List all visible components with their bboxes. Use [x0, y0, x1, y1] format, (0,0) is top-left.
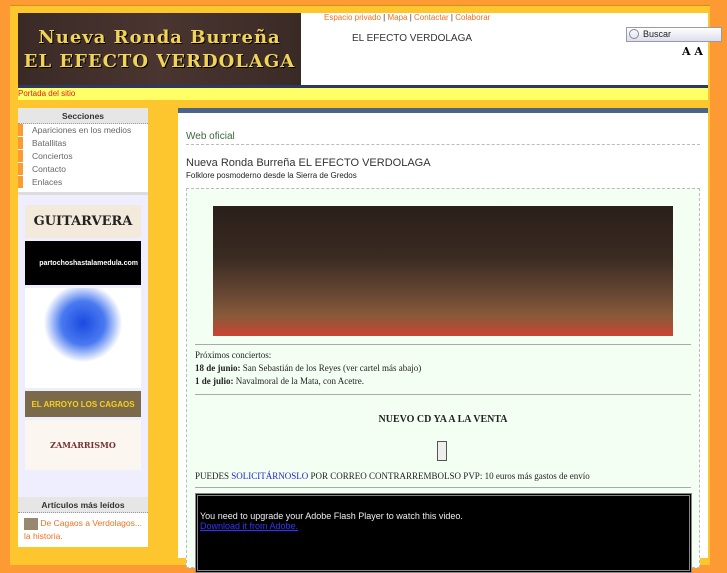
- flash-download-link[interactable]: Download it from Adobe.: [200, 521, 298, 531]
- cd-heading: NUEVO CD YA A LA VENTA: [378, 414, 508, 425]
- sidebar-item-contacto[interactable]: Contacto: [18, 163, 148, 176]
- most-read-item[interactable]: De Cagaos a Verdolagos... la historia.: [18, 513, 148, 547]
- article-thumbnail: [24, 517, 38, 530]
- section-title[interactable]: Web oficial: [186, 131, 700, 145]
- search-placeholder: Buscar: [643, 29, 672, 39]
- order-post: POR CORREO CONTRARREMBOLSO PVP: 10 euros…: [310, 471, 590, 481]
- sections-title: Secciones: [18, 108, 148, 124]
- site-name: EL EFECTO VERDOLAGA: [352, 33, 473, 44]
- concert-place: Navalmoral de la Mata, con Acetre.: [235, 376, 364, 386]
- order-link[interactable]: SOLICITÁRNOSLO: [231, 471, 308, 481]
- most-read-label: De Cagaos a Verdolagos... la historia.: [24, 518, 142, 541]
- search-icon: [629, 29, 639, 39]
- link-contactar[interactable]: Contactar: [414, 13, 449, 22]
- ad-zamarrismo[interactable]: ZAMARRISMO: [25, 420, 141, 470]
- concert-place: San Sebastián de los Reyes (ver cartel m…: [242, 363, 422, 373]
- font-size-controls: A A: [682, 45, 703, 58]
- link-espacio-privado[interactable]: Espacio privado: [324, 13, 381, 22]
- concert-item: 1 de julio: Navalmoral de la Mata, con A…: [195, 375, 421, 388]
- concert-date: 1 de julio:: [195, 376, 234, 386]
- page-title: Nueva Ronda Burreña EL EFECTO VERDOLAGA: [186, 157, 431, 169]
- sidebar-item-enlaces[interactable]: Enlaces: [18, 176, 148, 189]
- sidebar-item-batallitas[interactable]: Batallitas: [18, 137, 148, 150]
- breadcrumb[interactable]: Portada del sitio: [18, 88, 708, 100]
- page-subtitle: Folklore posmoderno desde la Sierra de G…: [186, 171, 357, 180]
- flash-message: You need to upgrade your Adobe Flash Pla…: [200, 511, 463, 521]
- banner-line1: Nueva Ronda Burreña: [38, 26, 281, 48]
- divider: [195, 394, 691, 395]
- broken-image-icon: [437, 441, 447, 461]
- font-decrease-button[interactable]: A: [682, 45, 691, 58]
- order-pre: PUEDES: [195, 471, 230, 481]
- concert-item: 18 de junio: San Sebastián de los Reyes …: [195, 362, 421, 375]
- divider: [195, 487, 691, 488]
- ad-portrait-image[interactable]: [25, 288, 141, 388]
- main-content: Web oficial Nueva Ronda Burreña EL EFECT…: [178, 108, 708, 573]
- sidebar-item-conciertos[interactable]: Conciertos: [18, 150, 148, 163]
- banner-line2: EL EFECTO VERDOLAGA: [23, 50, 296, 72]
- article: Próximos conciertos: 18 de junio: San Se…: [186, 188, 700, 573]
- concerts-label: Próximos conciertos:: [195, 350, 272, 360]
- banner-ads: GUITARVERA partochoshastalamedula.com EL…: [18, 195, 148, 497]
- sidebar: Secciones Apariciones en los medios Bata…: [18, 108, 148, 547]
- top-links: Espacio privado | Mapa | Contactar | Col…: [324, 13, 491, 22]
- sidebar-item-apariciones[interactable]: Apariciones en los medios: [18, 124, 148, 137]
- most-read-title: Artículos más leídos: [18, 497, 148, 513]
- ad-partochos[interactable]: partochoshastalamedula.com: [25, 241, 141, 285]
- font-increase-button[interactable]: A: [694, 45, 703, 58]
- concert-date: 18 de junio:: [195, 363, 241, 373]
- ad-guitarvera[interactable]: GUITARVERA: [25, 205, 141, 238]
- divider: [195, 344, 691, 345]
- search-input[interactable]: Buscar: [626, 27, 722, 42]
- concerts: Próximos conciertos: 18 de junio: San Se…: [195, 349, 421, 388]
- ad-arroyo-los-cagaos[interactable]: EL ARROYO LOS CAGAOS: [25, 391, 141, 417]
- most-read: Artículos más leídos De Cagaos a Verdola…: [18, 497, 148, 547]
- flash-video-placeholder: You need to upgrade your Adobe Flash Pla…: [195, 493, 692, 573]
- link-mapa[interactable]: Mapa: [387, 13, 407, 22]
- site-banner[interactable]: Nueva Ronda Burreña EL EFECTO VERDOLAGA: [18, 13, 301, 86]
- link-colaborar[interactable]: Colaborar: [455, 13, 490, 22]
- header: Nueva Ronda Burreña EL EFECTO VERDOLAGA …: [18, 13, 722, 86]
- order-info: PUEDES SOLICITÁRNOSLO POR CORREO CONTRAR…: [195, 471, 590, 481]
- band-photo: [213, 206, 673, 336]
